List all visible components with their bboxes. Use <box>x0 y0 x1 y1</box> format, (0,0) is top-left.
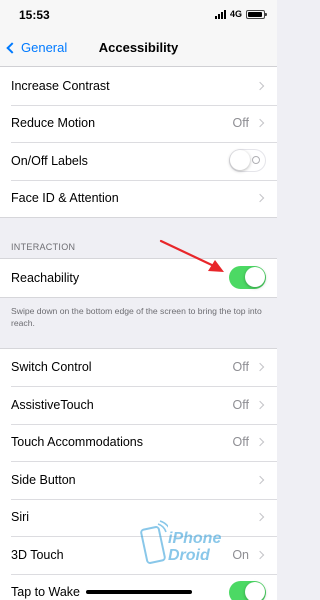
row-value: Off <box>232 116 249 131</box>
watermark-logo: iPhone Droid <box>138 520 238 580</box>
row-side-button[interactable]: Side Button <box>0 461 277 499</box>
row-reachability: Reachability <box>0 259 277 297</box>
row-touch-accommodations[interactable]: Touch Accommodations Off <box>0 423 277 462</box>
row-label: AssistiveTouch <box>11 397 94 412</box>
row-reduce-motion[interactable]: Reduce Motion Off <box>0 104 277 143</box>
status-time: 15:53 <box>19 8 50 22</box>
navigation-bar: General Accessibility <box>0 30 277 67</box>
row-label: Side Button <box>11 472 76 487</box>
settings-group-vision: Increase Contrast Reduce Motion Off On/O… <box>0 67 277 218</box>
chevron-right-icon <box>255 400 265 409</box>
watermark-line-1: iPhone <box>168 530 222 547</box>
toggle-knob <box>230 150 250 171</box>
on-off-labels-toggle[interactable] <box>229 149 266 173</box>
row-label: Increase Contrast <box>11 78 110 93</box>
network-type: 4G <box>229 9 242 19</box>
red-arrow-annotation-icon <box>159 239 224 272</box>
phone-logo-icon <box>140 520 172 564</box>
chevron-right-icon <box>255 194 265 203</box>
row-value: Off <box>232 435 249 450</box>
settings-group-reachability: Reachability <box>0 258 277 298</box>
chevron-right-icon <box>255 513 265 522</box>
chevron-right-icon <box>255 550 265 559</box>
toggle-off-indicator-icon <box>252 156 260 165</box>
toggle-knob <box>244 267 265 288</box>
home-indicator[interactable] <box>86 590 192 594</box>
page-title: Accessibility <box>98 40 179 55</box>
chevron-right-icon <box>255 119 265 128</box>
row-switch-control[interactable]: Switch Control Off <box>0 349 277 387</box>
battery-level <box>248 11 262 17</box>
row-label: On/Off Labels <box>11 153 88 168</box>
row-on-off-labels: On/Off Labels <box>0 142 277 180</box>
section-header-interaction: INTERACTION <box>11 242 76 252</box>
row-label: Touch Accommodations <box>11 435 144 450</box>
reachability-footer-note: Swipe down on the bottom edge of the scr… <box>11 305 262 328</box>
watermark-text: iPhone Droid <box>168 530 221 564</box>
status-bar: 15:53 4G <box>0 0 277 30</box>
chevron-right-icon <box>255 363 265 372</box>
row-value: Off <box>232 397 249 412</box>
chevron-right-icon <box>255 438 265 447</box>
row-increase-contrast[interactable]: Increase Contrast <box>0 67 277 105</box>
battery-icon <box>246 9 267 19</box>
chevron-right-icon <box>255 475 265 484</box>
row-label: Face ID & Attention <box>11 191 119 206</box>
row-label: Reduce Motion <box>11 116 96 131</box>
cellular-signal-icon <box>214 9 226 19</box>
tap-to-wake-toggle[interactable] <box>229 580 266 600</box>
reachability-toggle[interactable] <box>229 266 266 290</box>
row-assistivetouch[interactable]: AssistiveTouch Off <box>0 386 277 424</box>
row-label: Switch Control <box>11 360 92 375</box>
watermark-line-2: Droid <box>168 547 210 564</box>
toggle-knob <box>244 581 265 600</box>
chevron-right-icon <box>255 81 265 90</box>
row-value: Off <box>232 360 249 375</box>
status-indicators: 4G <box>214 9 267 19</box>
row-face-id-attention[interactable]: Face ID & Attention <box>0 179 277 218</box>
